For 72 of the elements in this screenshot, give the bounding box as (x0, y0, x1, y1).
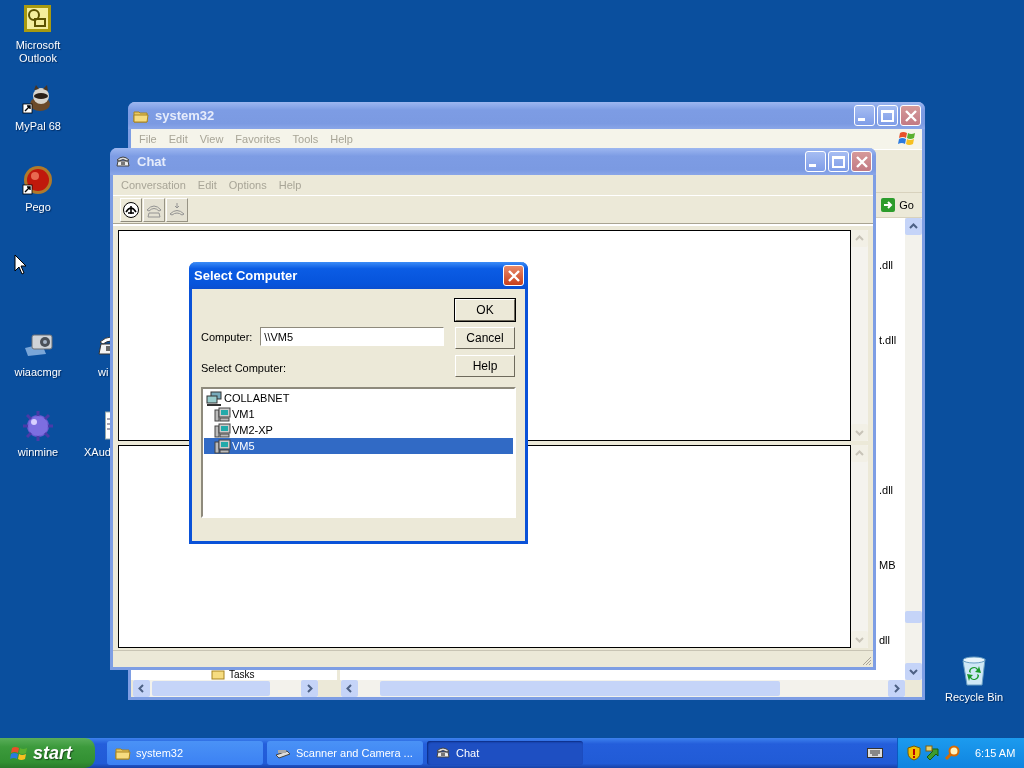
folder-icon (211, 670, 225, 680)
scroll-left-button[interactable] (341, 680, 358, 697)
computer-icon (214, 422, 231, 438)
tree-item[interactable]: VM1 (204, 406, 513, 422)
phone-icon (435, 745, 451, 761)
dialog-button[interactable]: OK (455, 299, 515, 321)
close-icon (904, 109, 917, 122)
mail-icon[interactable] (22, 3, 54, 35)
vertical-scrollbar[interactable] (905, 218, 922, 680)
go-button[interactable]: Go (877, 195, 922, 215)
scroll-left-button[interactable] (133, 680, 150, 697)
icon-label[interactable]: Recycle Bin (944, 691, 1004, 704)
mine-icon[interactable] (22, 410, 54, 442)
maximize-icon (881, 109, 894, 122)
maximize-icon (832, 155, 845, 168)
start-button[interactable]: start (0, 738, 95, 768)
flag-icon (10, 745, 28, 761)
icon-label[interactable]: wiaacmgr (14, 366, 62, 379)
phone-icon (122, 201, 140, 219)
arrow-icon (881, 198, 896, 212)
file-name[interactable]: .dll (879, 483, 905, 497)
scroll-thumb[interactable] (905, 611, 922, 623)
resize-grip-icon[interactable] (860, 654, 872, 666)
toolbar-button[interactable] (120, 198, 142, 222)
file-name[interactable]: MB (879, 558, 905, 572)
close-icon (855, 155, 868, 168)
icon-label[interactable]: Pego (25, 201, 51, 214)
window-title: Select Computer (194, 268, 299, 283)
dialog-button[interactable]: Cancel (455, 327, 515, 349)
scroll-right-button[interactable] (301, 680, 318, 697)
network-icon (206, 390, 223, 406)
cursor-icon (14, 254, 27, 275)
icon-label[interactable]: wi (98, 366, 109, 379)
icon-label[interactable]: MyPal 68 (15, 120, 61, 133)
file-name[interactable]: .dll (879, 258, 905, 272)
keyboard-icon[interactable] (867, 747, 883, 759)
close-icon (507, 269, 520, 282)
folder-icon (115, 745, 131, 761)
horizontal-scrollbar[interactable] (341, 680, 905, 697)
clock: 6:15 AM (975, 747, 1016, 759)
scroll-right-button[interactable] (888, 680, 905, 697)
scroll-up-button[interactable] (905, 218, 922, 235)
horizontal-scrollbar[interactable] (133, 680, 318, 697)
taskbar-button[interactable]: Chat (427, 741, 583, 765)
dialog-button[interactable]: Help (455, 355, 515, 377)
window-title: system32 (155, 108, 216, 123)
minimize-icon (809, 164, 816, 167)
shield-icon[interactable] (906, 745, 922, 761)
window-title: Chat (137, 154, 167, 169)
folder-label[interactable]: Tasks (229, 670, 255, 680)
icon-label[interactable]: XAud (84, 446, 111, 459)
document-icon[interactable] (105, 410, 110, 442)
input-field[interactable]: \\VM5 (260, 327, 445, 346)
computer-icon (214, 438, 231, 454)
phone-icon (115, 153, 131, 170)
icon-label[interactable]: winmine (17, 446, 59, 459)
close-button[interactable] (503, 265, 524, 286)
file-name[interactable]: dll (879, 633, 905, 647)
computer-icon (214, 406, 231, 422)
icon-label[interactable]: Microsoft Outlook (8, 39, 68, 65)
flag-icon (898, 130, 918, 148)
ball-icon[interactable] (22, 165, 54, 197)
tree-item[interactable]: COLLABNET (204, 390, 513, 406)
field-label: Computer: (201, 330, 253, 343)
arrow-icon[interactable] (925, 745, 941, 761)
tree-item[interactable]: VM2-XP (204, 422, 513, 438)
list-label: Select Computer: (201, 362, 287, 374)
search-icon[interactable] (944, 745, 960, 761)
tree-item[interactable]: VM5 (204, 438, 513, 454)
scroll-down-button[interactable] (905, 663, 922, 680)
minimize-icon (858, 118, 865, 121)
file-name[interactable]: t.dll (879, 333, 905, 347)
